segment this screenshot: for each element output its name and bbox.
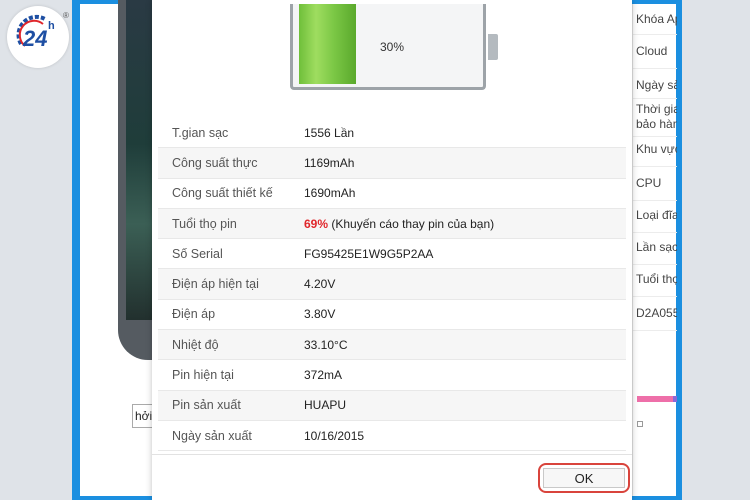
- table-row: Pin sản xuất HUAPU: [158, 390, 626, 421]
- battery-level-fill: [299, 4, 356, 84]
- info-item: Khóa Ap: [636, 12, 677, 26]
- table-row: Nhiệt độ 33.10°C: [158, 330, 626, 361]
- info-item: Lần sạc: [636, 240, 677, 254]
- battery-terminal: [488, 34, 498, 60]
- table-row: Điện áp hiện tại 4.20V: [158, 269, 626, 300]
- dialog-footer: OK: [152, 454, 632, 500]
- table-row: Công suất thực 1169mAh: [158, 148, 626, 179]
- table-row: Điện áp 3.80V: [158, 300, 626, 331]
- battery-details-dialog: 30% T.gian sạc 1556 Lần Công suất thực 1…: [152, 0, 632, 500]
- row-label: T.gian sạc: [172, 125, 229, 140]
- logo-suffix: h: [48, 20, 55, 32]
- info-item: Tuổi thọ: [636, 272, 677, 286]
- info-item: CPU: [636, 176, 662, 190]
- battery-percent: 30%: [380, 40, 405, 54]
- table-row: T.gian sạc 1556 Lần: [158, 118, 626, 149]
- info-item: Ngày sả: [636, 78, 677, 92]
- info-item: Khu vực: [636, 142, 677, 156]
- row-label: Điện áp hiện tại: [172, 277, 259, 292]
- row-value: HUAPU: [304, 398, 347, 413]
- left-panel-button[interactable]: hởi: [132, 404, 154, 428]
- table-row: Ngày sản xuất 10/16/2015: [158, 421, 626, 452]
- row-value: 1690mAh: [304, 186, 356, 201]
- row-label: Số Serial: [172, 246, 223, 261]
- info-item: D2A055: [636, 306, 677, 320]
- battery-details-table: T.gian sạc 1556 Lần Công suất thực 1169m…: [158, 118, 626, 452]
- info-item: Thời gia: [636, 102, 677, 116]
- row-value: 372mA: [304, 368, 343, 383]
- row-label: Công suất thực: [172, 155, 258, 170]
- row-label: Tuổi thọ pin: [172, 216, 237, 231]
- row-value: 69% (Khuyến cáo thay pin của bạn): [304, 217, 494, 231]
- row-label: Công suất thiết kế: [172, 186, 273, 201]
- battery-health-note: (Khuyến cáo thay pin của bạn): [328, 216, 495, 231]
- legend-swatch: [637, 421, 643, 427]
- row-label: Điện áp: [172, 307, 216, 322]
- row-value: 1169mAh: [304, 155, 355, 170]
- row-value: 33.10°C: [304, 337, 348, 352]
- info-item: Cloud: [636, 44, 668, 58]
- storage-bar: [637, 396, 673, 402]
- row-label: Pin hiện tại: [172, 368, 234, 383]
- row-value: FG95425E1W9G5P2AA: [304, 246, 434, 261]
- brand-logo: 24 h ®: [7, 6, 69, 68]
- row-label: Ngày sản xuất: [172, 428, 252, 443]
- row-value: 1556 Lần: [304, 125, 355, 140]
- table-row: Công suất thiết kế 1690mAh: [158, 179, 626, 209]
- battery-health-percent: 69%: [304, 216, 329, 231]
- row-value: 4.20V: [304, 277, 336, 292]
- ok-button-highlight[interactable]: OK: [538, 463, 630, 493]
- ok-button[interactable]: OK: [543, 468, 625, 488]
- info-item: Loại đĩa: [636, 208, 677, 222]
- device-info-panel: Khóa Ap Cloud Ngày sả Thời gia bảo hàn K…: [632, 4, 677, 496]
- registered-mark: ®: [63, 11, 69, 20]
- row-value: 10/16/2015: [304, 428, 365, 443]
- storage-bar-segment: [673, 396, 677, 402]
- table-row: Số Serial FG95425E1W9G5P2AA: [158, 239, 626, 270]
- row-value: 3.80V: [304, 307, 336, 322]
- logo-text: 24: [23, 26, 48, 51]
- table-row: Pin hiện tại 372mA: [158, 360, 626, 391]
- info-item: bảo hàn: [636, 117, 677, 131]
- table-row: Tuổi thọ pin 69% (Khuyến cáo thay pin củ…: [158, 208, 626, 240]
- row-label: Pin sản xuất: [172, 398, 241, 413]
- battery-graphic: 30%: [290, 4, 498, 90]
- row-label: Nhiệt độ: [172, 337, 219, 352]
